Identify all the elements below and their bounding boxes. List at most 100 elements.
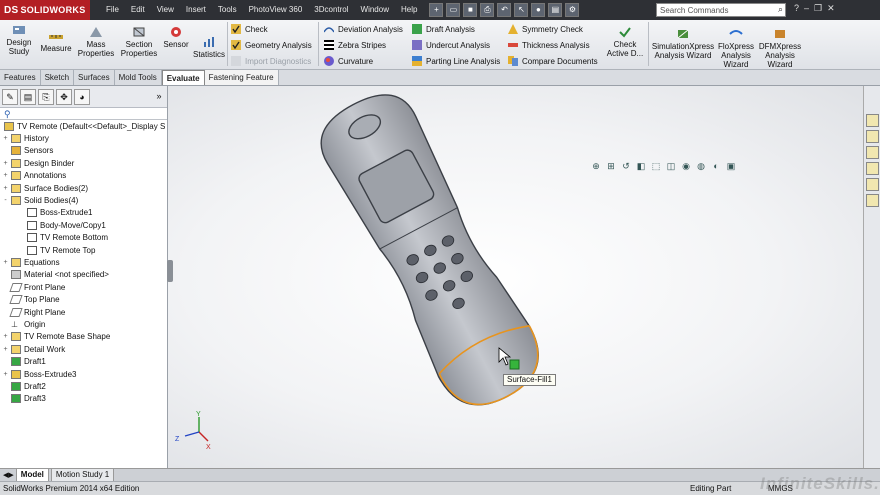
tree-node[interactable]: + Surface Bodies(2) — [0, 182, 167, 194]
previous-view-icon[interactable]: ↺ — [620, 160, 632, 172]
help-icon[interactable]: ? — [794, 3, 799, 14]
symmetry-check-button[interactable]: Symmetry Check — [508, 24, 583, 34]
selection-handle-icon[interactable] — [509, 359, 520, 370]
menu-3dcontrol[interactable]: 3Dcontrol — [308, 0, 354, 20]
compare-documents-button[interactable]: Compare Documents — [508, 56, 598, 66]
section-view-icon[interactable]: ◧ — [635, 160, 647, 172]
close-icon[interactable]: ✕ — [827, 3, 835, 14]
select-icon[interactable]: ↖ — [514, 3, 529, 17]
custom-properties-icon[interactable] — [866, 194, 879, 207]
zebra-stripes-button[interactable]: Zebra Stripes — [324, 40, 386, 50]
check-button[interactable]: Check — [231, 24, 268, 34]
expand-chevron-icon[interactable]: » — [151, 89, 167, 105]
menu-photoview[interactable]: PhotoView 360 — [243, 0, 309, 20]
tab-mold-tools[interactable]: Mold Tools — [115, 70, 162, 85]
expand-toggle-icon[interactable]: + — [2, 135, 9, 142]
file-explorer-icon[interactable] — [866, 146, 879, 159]
expand-toggle-icon[interactable]: + — [2, 160, 9, 167]
tab-evaluate[interactable]: Evaluate — [161, 70, 205, 85]
dimxpert-icon[interactable]: ✥ — [56, 88, 72, 105]
apply-scene-icon[interactable]: ◐ — [710, 160, 722, 172]
design-library-icon[interactable] — [866, 130, 879, 143]
tree-node[interactable]: Sensors — [0, 145, 167, 157]
design-study-button[interactable]: Design Study — [4, 24, 34, 56]
solidworks-logo[interactable]: DS SOLIDWORKS — [0, 0, 90, 20]
tree-node[interactable]: + History — [0, 132, 167, 144]
display-style-icon[interactable]: ◫ — [665, 160, 677, 172]
restore-icon[interactable]: ❐ — [814, 3, 822, 14]
view-settings-icon[interactable]: ▣ — [725, 160, 737, 172]
tree-node[interactable]: Boss-Extrude1 — [0, 207, 167, 219]
panel-splitter[interactable] — [167, 260, 173, 282]
tree-node[interactable]: Draft1 — [0, 355, 167, 367]
tab-fastening-feature[interactable]: Fastening Feature — [204, 70, 279, 85]
statistics-button[interactable]: Statistics — [192, 36, 226, 59]
menu-edit[interactable]: Edit — [125, 0, 151, 20]
tree-node[interactable]: Front Plane — [0, 281, 167, 293]
menu-window[interactable]: Window — [355, 0, 395, 20]
tree-node[interactable]: + TV Remote Base Shape — [0, 331, 167, 343]
check-active-document-button[interactable]: Check Active D... — [603, 26, 647, 58]
mass-properties-button[interactable]: Mass Properties — [76, 26, 116, 58]
tree-node[interactable]: + Boss-Extrude3 — [0, 368, 167, 380]
menu-help[interactable]: Help — [395, 0, 423, 20]
print-icon[interactable]: ⎙ — [480, 3, 495, 17]
minimize-icon[interactable]: – — [804, 3, 809, 14]
propertymanager-icon[interactable]: ▤ — [20, 88, 36, 105]
dfmxpress-button[interactable]: DFMXpress Analysis Wizard — [758, 28, 802, 69]
tree-root[interactable]: TV Remote (Default<<Default>_Display S — [0, 120, 167, 132]
undercut-analysis-button[interactable]: Undercut Analysis — [412, 40, 490, 50]
tree-node[interactable]: + Detail Work — [0, 343, 167, 355]
graphics-area[interactable]: Y X Z ⊕ ⊞ ↺ ◧ ⬚ ◫ ◉ ◍ ◐ ▣ — [168, 86, 863, 468]
geometry-analysis-button[interactable]: Geometry Analysis — [231, 40, 312, 50]
measure-button[interactable]: Measure — [38, 30, 74, 53]
expand-toggle-icon[interactable]: + — [2, 172, 9, 179]
appearances-icon[interactable] — [866, 178, 879, 191]
sensor-button[interactable]: Sensor — [162, 26, 190, 49]
tree-node[interactable]: Body-Move/Copy1 — [0, 219, 167, 231]
tree-node[interactable]: - Solid Bodies(4) — [0, 194, 167, 206]
configurationmanager-icon[interactable]: ⎘ — [38, 88, 54, 105]
tab-motion-study-1[interactable]: Motion Study 1 — [50, 468, 115, 482]
zoom-to-area-icon[interactable]: ⊞ — [605, 160, 617, 172]
view-orientation-icon[interactable]: ⬚ — [650, 160, 662, 172]
file-properties-icon[interactable]: ▤ — [548, 3, 563, 17]
tree-node[interactable]: ⊥ Origin — [0, 318, 167, 330]
undo-icon[interactable]: ↶ — [497, 3, 512, 17]
thickness-analysis-button[interactable]: Thickness Analysis — [508, 40, 590, 50]
tab-surfaces[interactable]: Surfaces — [74, 70, 115, 85]
tree-node[interactable]: Top Plane — [0, 293, 167, 305]
tree-node[interactable]: + Annotations — [0, 170, 167, 182]
tree-node[interactable]: TV Remote Bottom — [0, 232, 167, 244]
open-icon[interactable]: ▭ — [446, 3, 461, 17]
tree-node[interactable]: TV Remote Top — [0, 244, 167, 256]
menu-insert[interactable]: Insert — [180, 0, 212, 20]
search-icon[interactable]: ⌕ — [778, 4, 783, 15]
edit-appearance-icon[interactable]: ◍ — [695, 160, 707, 172]
tv-remote-model[interactable] — [307, 86, 554, 421]
curvature-button[interactable]: Curvature — [324, 56, 373, 66]
expand-toggle-icon[interactable]: + — [2, 185, 9, 192]
expand-toggle-icon[interactable]: + — [2, 333, 9, 340]
section-properties-button[interactable]: Section Properties — [118, 26, 160, 58]
tab-model[interactable]: Model — [15, 468, 49, 482]
resources-icon[interactable] — [866, 114, 879, 127]
floxpress-button[interactable]: FloXpress Analysis Wizard — [716, 28, 756, 69]
tree-node[interactable]: Material <not specified> — [0, 269, 167, 281]
hide-show-icon[interactable]: ◉ — [680, 160, 692, 172]
tree-node[interactable]: Draft3 — [0, 393, 167, 405]
rebuild-icon[interactable]: ● — [531, 3, 546, 17]
save-icon[interactable]: ■ — [463, 3, 478, 17]
simulationxpress-button[interactable]: SimulationXpress Analysis Wizard — [650, 28, 716, 60]
expand-toggle-icon[interactable]: + — [2, 371, 9, 378]
tree-node[interactable]: Draft2 — [0, 380, 167, 392]
deviation-analysis-button[interactable]: Deviation Analysis — [324, 24, 403, 34]
tree-node[interactable]: + Equations — [0, 256, 167, 268]
tree-filter[interactable]: ⚲ — [0, 108, 167, 120]
tab-features[interactable]: Features — [0, 70, 41, 85]
options-icon[interactable]: ⚙ — [565, 3, 580, 17]
search-input[interactable]: Search Commands ⌕ — [656, 3, 786, 17]
parting-line-analysis-button[interactable]: Parting Line Analysis — [412, 56, 500, 66]
expand-toggle-icon[interactable]: + — [2, 346, 9, 353]
zoom-to-fit-icon[interactable]: ⊕ — [590, 160, 602, 172]
